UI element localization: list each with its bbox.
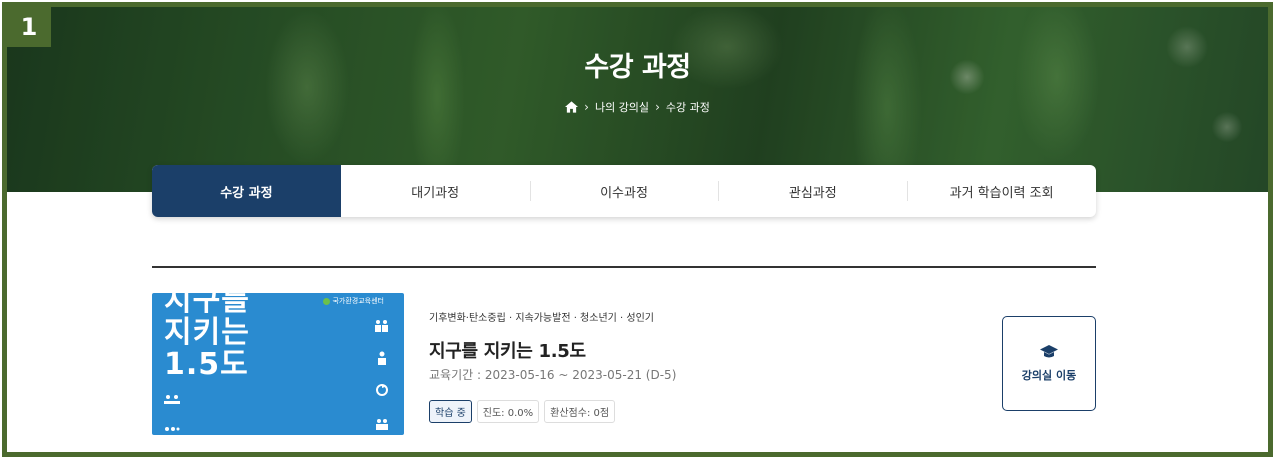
enter-classroom-label: 강의실 이동 (1021, 368, 1077, 382)
course-period: 교육기간 : 2023-05-16 ~ 2023-05-21 (D-5) (429, 368, 677, 382)
recycle-icon (376, 384, 388, 396)
screenshot-frame: 1 수강 과정 › 나의 강의실 › 수강 과정 수강 과정 대기과정 이수과정… (2, 2, 1273, 457)
page-title: 수강 과정 (584, 52, 691, 83)
person-icon (378, 351, 386, 365)
thumbnail-logo: 국가환경교육센터 (323, 296, 384, 306)
tab-enrolled[interactable]: 수강 과정 (152, 165, 341, 217)
course-tabs: 수강 과정 대기과정 이수과정 관심과정 과거 학습이력 조회 (152, 165, 1096, 217)
step-badge: 1 (7, 7, 51, 47)
kids-icon (165, 427, 180, 431)
list-divider (152, 266, 1096, 268)
graduation-cap-icon (1040, 344, 1058, 357)
tab-waiting[interactable]: 대기과정 (341, 165, 530, 217)
course-thumbnail[interactable]: 지구를 지키는 1.5도 국가환경교육센터 (152, 293, 404, 435)
breadcrumb: › 나의 강의실 › 수강 과정 (7, 99, 1268, 115)
tab-past-history[interactable]: 과거 학습이력 조회 (907, 165, 1096, 217)
course-status-chips: 학습 중 진도: 0.0% 환산점수: 0점 (429, 400, 616, 423)
tab-completed[interactable]: 이수과정 (529, 165, 719, 217)
tab-interest[interactable]: 관심과정 (718, 165, 907, 217)
chevron-right-icon: › (655, 100, 660, 114)
chevron-right-icon: › (584, 100, 589, 114)
people-icon (375, 320, 388, 332)
breadcrumb-item-current[interactable]: 수강 과정 (666, 99, 710, 115)
status-badge: 학습 중 (429, 400, 472, 423)
group-icon (376, 419, 388, 430)
course-title[interactable]: 지구를 지키는 1.5도 (429, 337, 586, 363)
course-categories: 기후변화·탄소중립 · 지속가능발전 · 청소년기 · 성인기 (429, 313, 654, 324)
thumbnail-title: 지구를 지키는 1.5도 (164, 293, 250, 382)
enter-classroom-button[interactable]: 강의실 이동 (1002, 316, 1096, 411)
score-badge: 환산점수: 0점 (544, 400, 616, 423)
family-icon (164, 395, 180, 404)
breadcrumb-item-classroom[interactable]: 나의 강의실 (595, 99, 649, 115)
progress-badge: 진도: 0.0% (476, 400, 540, 423)
home-icon[interactable] (565, 101, 579, 113)
